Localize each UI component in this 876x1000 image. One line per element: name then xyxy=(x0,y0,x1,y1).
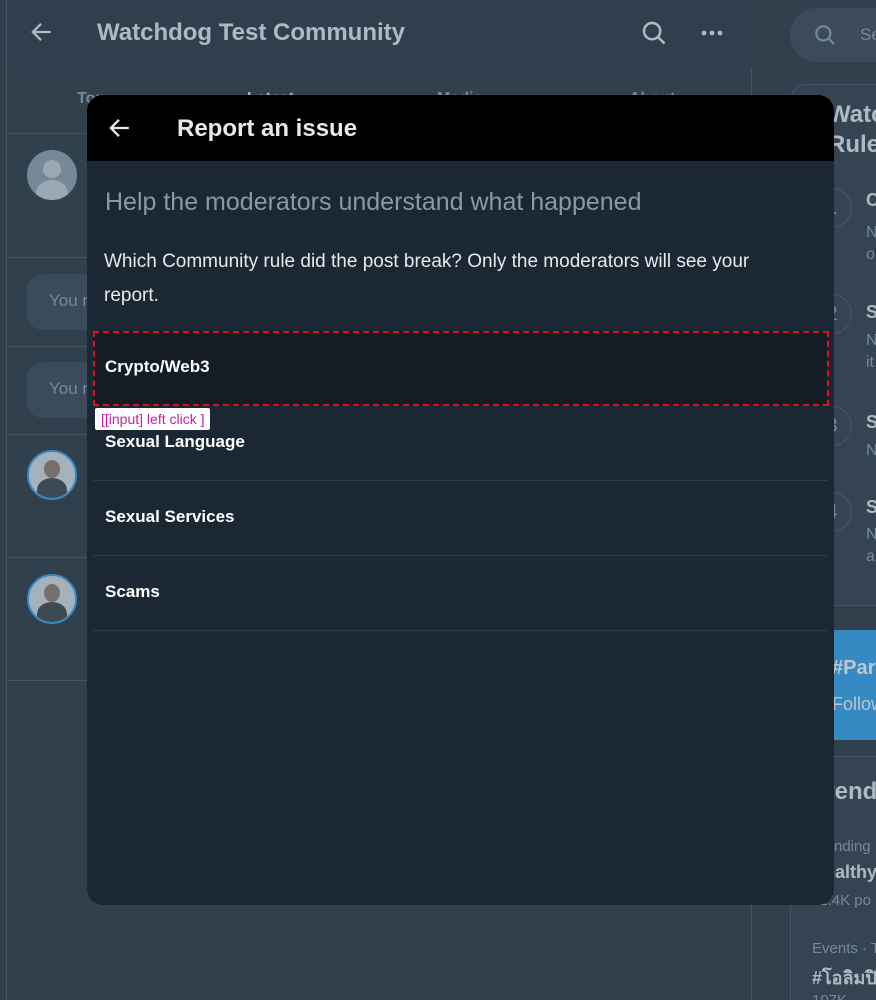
rule-option-sexual-services[interactable]: Sexual Services xyxy=(93,481,828,556)
rule-option-label: Scams xyxy=(105,582,160,601)
report-modal: Report an issue Help the moderators unde… xyxy=(87,95,834,905)
back-arrow-icon[interactable] xyxy=(105,114,133,142)
app-frame: Watchdog Test Community Top Latest Media… xyxy=(0,0,876,1000)
rule-option-label: Sexual Language xyxy=(105,432,245,451)
modal-title: Report an issue xyxy=(177,115,358,142)
rule-option-crypto-web3[interactable]: Crypto/Web3 xyxy=(93,331,828,406)
action-tag: [[input] left click ] xyxy=(95,408,211,430)
rule-option-scams[interactable]: Scams xyxy=(93,556,828,631)
rule-option-label: Sexual Services xyxy=(105,507,235,526)
rule-option-label: Crypto/Web3 xyxy=(105,357,210,376)
modal-heading: Help the moderators understand what happ… xyxy=(105,188,642,216)
modal-header: Report an issue xyxy=(87,95,834,161)
modal-description: Which Community rule did the post break?… xyxy=(104,251,750,306)
